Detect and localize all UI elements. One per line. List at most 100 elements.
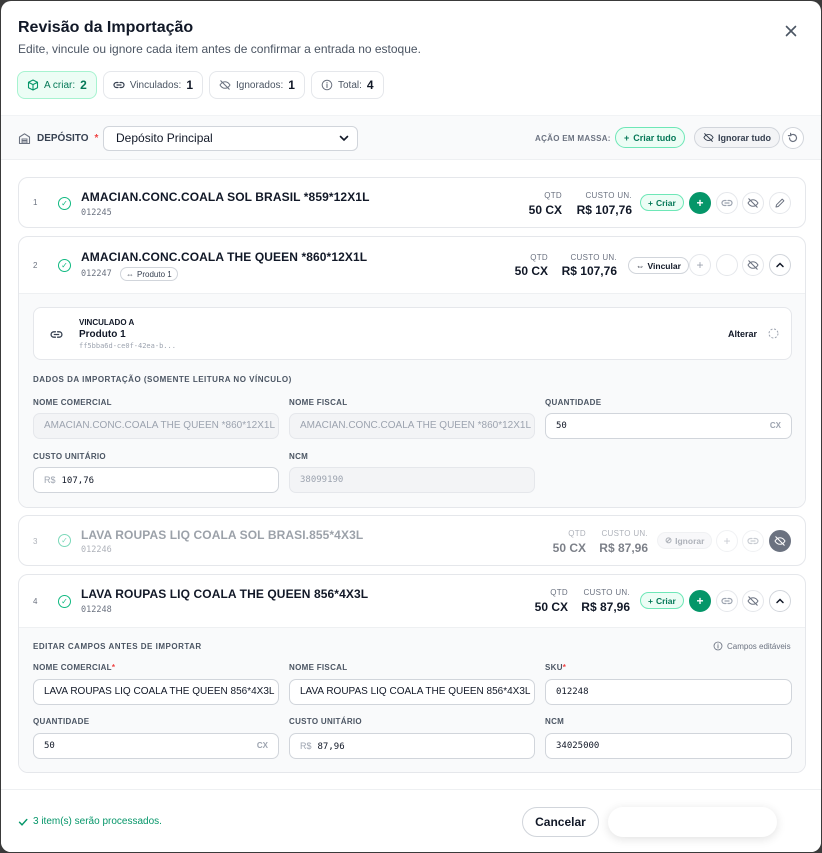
cost-header: CUSTO UN. bbox=[585, 191, 632, 200]
unit-suffix: CX bbox=[256, 741, 268, 750]
confirm-button[interactable] bbox=[608, 807, 777, 837]
edit-fields-panel: EDITAR CAMPOS ANTES DE IMPORTAR Campos e… bbox=[19, 627, 805, 772]
plus-icon: + bbox=[696, 594, 704, 608]
field-label: NOME FISCAL bbox=[289, 663, 348, 672]
item-number: 3 bbox=[33, 537, 38, 546]
collapse-button[interactable] bbox=[769, 254, 791, 276]
ignore-action-button[interactable] bbox=[769, 530, 791, 552]
linked-product-box: VINCULADO A Produto 1 ff5bba6d-ce0f-42ea… bbox=[33, 307, 792, 360]
link-action-button[interactable] bbox=[716, 590, 738, 612]
commercial-name-input[interactable]: LAVA ROUPAS LIQ COALA THE QUEEN 856*4X3L bbox=[33, 679, 279, 705]
eye-off-icon bbox=[774, 535, 786, 547]
quantity-field[interactable]: 50 CX bbox=[545, 413, 792, 439]
unit-cost-field[interactable]: R$ 107,76 bbox=[33, 467, 279, 493]
summary-label: Ignorados: bbox=[236, 79, 284, 91]
create-action-button[interactable]: + bbox=[716, 530, 738, 552]
info-icon bbox=[713, 641, 723, 651]
process-status-text: 3 item(s) serão processados. bbox=[33, 816, 162, 827]
linked-product-name: Produto 1 bbox=[79, 329, 126, 340]
ignore-action-button[interactable] bbox=[742, 590, 764, 612]
chevron-down-icon bbox=[339, 127, 349, 150]
linked-details-panel: VINCULADO A Produto 1 ff5bba6d-ce0f-42ea… bbox=[19, 293, 805, 507]
quantity-value: 50 bbox=[44, 741, 55, 751]
unlink-icon[interactable] bbox=[767, 327, 780, 340]
link-icon bbox=[50, 328, 63, 341]
field-label: QUANTIDADE bbox=[33, 717, 90, 726]
unit-cost-value: 107,76 bbox=[61, 476, 95, 486]
cost-value: R$ 107,76 bbox=[576, 203, 632, 217]
collapse-button[interactable] bbox=[769, 590, 791, 612]
link-icon bbox=[721, 197, 733, 209]
field-label: NCM bbox=[545, 717, 565, 726]
required-mark: * bbox=[111, 663, 116, 672]
plus-icon: + bbox=[723, 534, 731, 548]
modal-subtitle: Edite, vincule ou ignore cada item antes… bbox=[18, 42, 421, 56]
process-status: 3 item(s) serão processados. bbox=[18, 816, 162, 827]
link-icon: ⇔ bbox=[126, 269, 134, 279]
qty-header: QTD bbox=[568, 529, 586, 538]
modal-footer: 3 item(s) serão processados. Cancelar bbox=[1, 789, 821, 852]
deposit-select[interactable]: Depósito Principal bbox=[103, 126, 358, 151]
fiscal-name-input[interactable]: LAVA ROUPAS LIQ COALA THE QUEEN 856*4X3L bbox=[289, 679, 535, 705]
summary-count: 1 bbox=[288, 78, 295, 92]
close-icon[interactable] bbox=[781, 21, 801, 41]
ncm-input[interactable]: 34025000 bbox=[545, 733, 792, 759]
mode-create-button[interactable]: + Criar bbox=[640, 194, 684, 211]
summary-label: Vinculados: bbox=[129, 79, 182, 91]
summary-count: 1 bbox=[186, 78, 194, 92]
deposit-select-value: Depósito Principal bbox=[116, 131, 213, 145]
create-all-button[interactable]: + Criar tudo bbox=[615, 127, 686, 148]
link-icon bbox=[747, 535, 759, 547]
reset-button[interactable] bbox=[782, 127, 804, 149]
create-action-button[interactable]: + bbox=[689, 192, 711, 214]
link-action-button[interactable] bbox=[742, 530, 764, 552]
mode-label: Criar bbox=[655, 197, 676, 208]
create-action-button[interactable]: + bbox=[689, 590, 711, 612]
ignore-all-button[interactable]: Ignorar tudo bbox=[694, 127, 780, 148]
deposit-bar: DEPÓSITO * Depósito Principal AÇÃO EM MA… bbox=[1, 115, 821, 160]
create-action-button[interactable]: + bbox=[689, 254, 711, 276]
link-icon: ⇔ bbox=[636, 260, 645, 271]
mode-ignore-button[interactable]: ⊘ Ignorar bbox=[657, 532, 713, 549]
check-icon bbox=[18, 817, 28, 827]
item-name: LAVA ROUPAS LIQ COALA THE QUEEN 856*4X3L bbox=[81, 587, 369, 601]
plus-icon: + bbox=[648, 197, 653, 208]
link-action-button[interactable] bbox=[716, 254, 738, 276]
chevron-up-icon bbox=[775, 260, 785, 270]
qty-header: QTD bbox=[530, 253, 548, 262]
editable-hint-label: Campos editáveis bbox=[727, 641, 791, 651]
unit-suffix: CX bbox=[769, 421, 781, 430]
ignore-action-button[interactable] bbox=[742, 254, 764, 276]
eye-off-icon bbox=[747, 595, 759, 607]
ignore-action-button[interactable] bbox=[742, 192, 764, 214]
mode-label: Ignorar bbox=[675, 535, 705, 546]
cost-value: R$ 87,96 bbox=[599, 541, 648, 555]
link-action-button[interactable] bbox=[716, 192, 738, 214]
cancel-button[interactable]: Cancelar bbox=[522, 807, 599, 837]
item-code: 012246 bbox=[81, 545, 112, 555]
plus-icon: + bbox=[696, 196, 704, 210]
alter-link-button[interactable]: Alterar bbox=[728, 329, 757, 339]
mode-create-button[interactable]: + Criar bbox=[640, 592, 684, 609]
field-label: NOME FISCAL bbox=[289, 398, 348, 407]
field-label: NCM bbox=[289, 452, 309, 461]
item-card: 2 ✓ AMACIAN.CONC.COALA THE QUEEN *860*12… bbox=[18, 236, 806, 508]
plus-icon: + bbox=[648, 595, 653, 606]
cost-header: CUSTO UN. bbox=[601, 529, 648, 538]
item-name: AMACIAN.CONC.COALA THE QUEEN *860*12X1L bbox=[81, 250, 368, 264]
sku-input[interactable]: 012248 bbox=[545, 679, 792, 705]
edit-action-button[interactable] bbox=[769, 192, 791, 214]
item-name: LAVA ROUPAS LIQ COALA SOL BRASI.855*4X3L bbox=[81, 528, 364, 542]
ignore-all-label: Ignorar tudo bbox=[718, 132, 771, 143]
field-label: NOME COMERCIAL bbox=[33, 398, 112, 407]
unit-cost-input[interactable]: R$ 87,96 bbox=[289, 733, 535, 759]
quantity-input[interactable]: 50 CX bbox=[33, 733, 279, 759]
qty-header: QTD bbox=[544, 191, 562, 200]
import-review-modal: Revisão da Importação Edite, vincule ou … bbox=[1, 1, 821, 852]
field-label: SKU* bbox=[545, 663, 566, 672]
check-circle-icon: ✓ bbox=[58, 534, 71, 547]
mode-link-button[interactable]: ⇔ Vincular bbox=[628, 257, 689, 274]
pencil-icon bbox=[774, 197, 786, 209]
summary-count: 4 bbox=[366, 78, 374, 92]
linked-kicker: VINCULADO A bbox=[79, 318, 135, 327]
